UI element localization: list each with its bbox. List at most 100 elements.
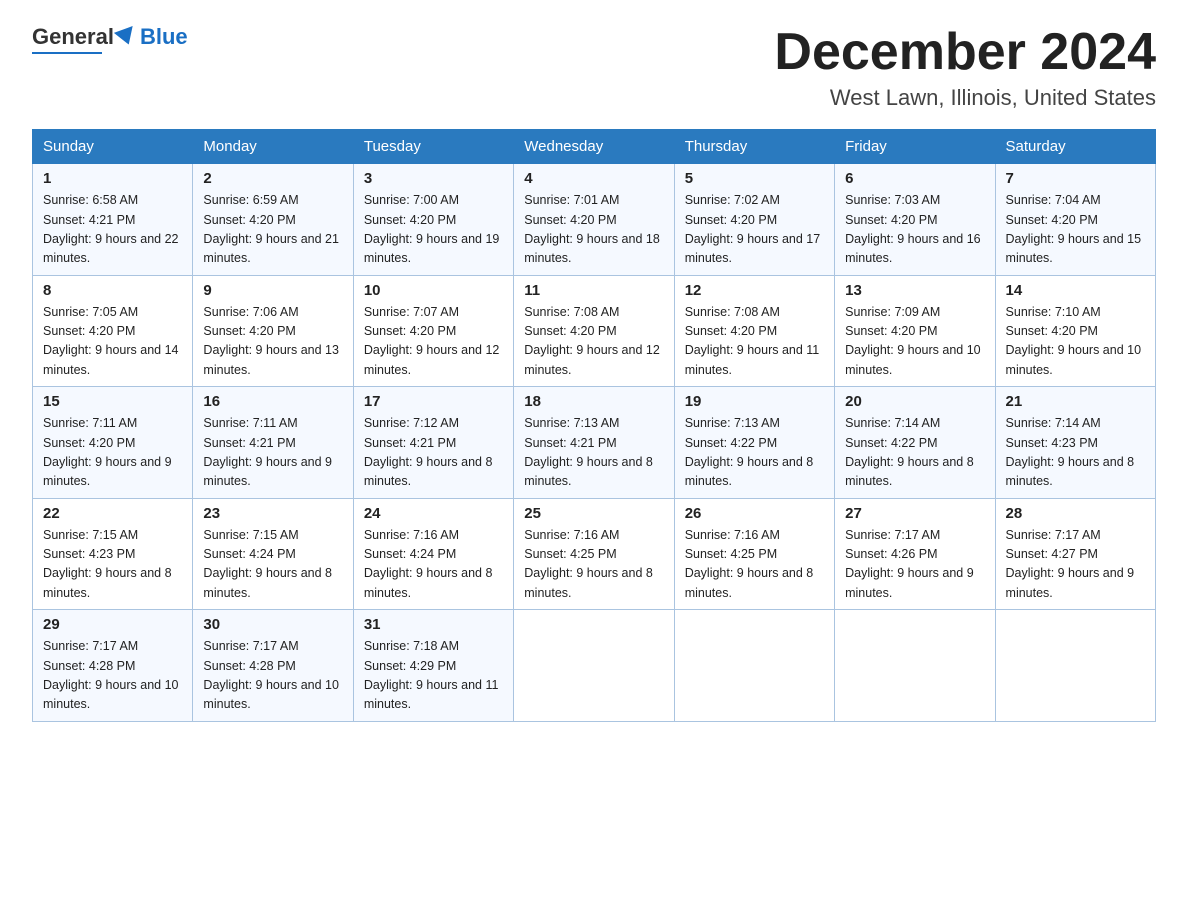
day-info: Sunrise: 7:07 AM Sunset: 4:20 PM Dayligh…	[364, 303, 503, 381]
logo-underline	[32, 52, 102, 54]
calendar-day-cell: 1 Sunrise: 6:58 AM Sunset: 4:21 PM Daylig…	[33, 164, 193, 276]
day-info: Sunrise: 7:06 AM Sunset: 4:20 PM Dayligh…	[203, 303, 342, 381]
day-info: Sunrise: 7:02 AM Sunset: 4:20 PM Dayligh…	[685, 191, 824, 269]
col-monday: Monday	[193, 130, 353, 164]
day-info: Sunrise: 7:01 AM Sunset: 4:20 PM Dayligh…	[524, 191, 663, 269]
calendar-day-cell: 7Sunrise: 7:04 AM Sunset: 4:20 PM Daylig…	[995, 164, 1155, 276]
calendar-day-cell: 25Sunrise: 7:16 AM Sunset: 4:25 PM Dayli…	[514, 498, 674, 610]
calendar-day-cell: 5 Sunrise: 7:02 AM Sunset: 4:20 PM Daylig…	[674, 164, 834, 276]
calendar-day-cell: 23 Sunrise: 7:15 AM Sunset: 4:24 PM Dayli…	[193, 498, 353, 610]
col-thursday: Thursday	[674, 130, 834, 164]
day-number: 4	[524, 170, 663, 187]
calendar-day-cell	[514, 610, 674, 722]
day-number: 15	[43, 393, 182, 410]
day-info: Sunrise: 7:16 AM Sunset: 4:25 PM Dayligh…	[524, 526, 663, 604]
calendar-day-cell: 29Sunrise: 7:17 AM Sunset: 4:28 PM Dayli…	[33, 610, 193, 722]
day-number: 14	[1006, 282, 1145, 299]
day-info: Sunrise: 7:17 AM Sunset: 4:26 PM Dayligh…	[845, 526, 984, 604]
calendar-day-cell	[674, 610, 834, 722]
calendar-day-cell: 26Sunrise: 7:16 AM Sunset: 4:25 PM Dayli…	[674, 498, 834, 610]
day-info: Sunrise: 7:12 AM Sunset: 4:21 PM Dayligh…	[364, 414, 503, 492]
calendar-day-cell: 15Sunrise: 7:11 AM Sunset: 4:20 PM Dayli…	[33, 387, 193, 499]
day-info: Sunrise: 7:15 AM Sunset: 4:24 PM Dayligh…	[203, 526, 342, 604]
calendar-body: 1 Sunrise: 6:58 AM Sunset: 4:21 PM Daylig…	[33, 164, 1156, 722]
day-info: Sunrise: 7:10 AM Sunset: 4:20 PM Dayligh…	[1006, 303, 1145, 381]
logo-triangle-icon	[114, 26, 138, 48]
day-number: 16	[203, 393, 342, 410]
day-info: Sunrise: 7:00 AM Sunset: 4:20 PM Dayligh…	[364, 191, 503, 269]
calendar-day-cell	[995, 610, 1155, 722]
day-number: 29	[43, 616, 182, 633]
calendar-day-cell: 10 Sunrise: 7:07 AM Sunset: 4:20 PM Dayli…	[353, 275, 513, 387]
col-sunday: Sunday	[33, 130, 193, 164]
day-number: 19	[685, 393, 824, 410]
calendar-week-row: 8 Sunrise: 7:05 AM Sunset: 4:20 PM Daylig…	[33, 275, 1156, 387]
day-number: 17	[364, 393, 503, 410]
day-number: 3	[364, 170, 503, 187]
day-info: Sunrise: 6:58 AM Sunset: 4:21 PM Dayligh…	[43, 191, 182, 269]
calendar-day-cell: 20 Sunrise: 7:14 AM Sunset: 4:22 PM Dayli…	[835, 387, 995, 499]
calendar-day-cell: 19Sunrise: 7:13 AM Sunset: 4:22 PM Dayli…	[674, 387, 834, 499]
day-number: 22	[43, 505, 182, 522]
calendar-day-cell: 31 Sunrise: 7:18 AM Sunset: 4:29 PM Dayli…	[353, 610, 513, 722]
day-number: 20	[845, 393, 984, 410]
day-info: Sunrise: 7:17 AM Sunset: 4:28 PM Dayligh…	[203, 637, 342, 715]
day-number: 1	[43, 170, 182, 187]
day-info: Sunrise: 7:05 AM Sunset: 4:20 PM Dayligh…	[43, 303, 182, 381]
day-number: 5	[685, 170, 824, 187]
logo: General Blue	[32, 24, 188, 54]
day-info: Sunrise: 7:18 AM Sunset: 4:29 PM Dayligh…	[364, 637, 503, 715]
calendar-day-cell: 4 Sunrise: 7:01 AM Sunset: 4:20 PM Daylig…	[514, 164, 674, 276]
day-number: 11	[524, 282, 663, 299]
day-info: Sunrise: 7:13 AM Sunset: 4:21 PM Dayligh…	[524, 414, 663, 492]
day-number: 30	[203, 616, 342, 633]
logo-general-text: General	[32, 24, 114, 50]
day-number: 12	[685, 282, 824, 299]
calendar-day-cell: 28Sunrise: 7:17 AM Sunset: 4:27 PM Dayli…	[995, 498, 1155, 610]
day-info: Sunrise: 7:16 AM Sunset: 4:24 PM Dayligh…	[364, 526, 503, 604]
col-saturday: Saturday	[995, 130, 1155, 164]
day-number: 24	[364, 505, 503, 522]
calendar-day-cell: 9 Sunrise: 7:06 AM Sunset: 4:20 PM Daylig…	[193, 275, 353, 387]
col-wednesday: Wednesday	[514, 130, 674, 164]
day-number: 18	[524, 393, 663, 410]
day-number: 6	[845, 170, 984, 187]
day-number: 10	[364, 282, 503, 299]
day-info: Sunrise: 7:08 AM Sunset: 4:20 PM Dayligh…	[524, 303, 663, 381]
day-info: Sunrise: 7:14 AM Sunset: 4:22 PM Dayligh…	[845, 414, 984, 492]
day-number: 26	[685, 505, 824, 522]
month-title: December 2024	[774, 24, 1156, 81]
page-header: General Blue December 2024 West Lawn, Il…	[32, 24, 1156, 111]
calendar-day-cell: 30 Sunrise: 7:17 AM Sunset: 4:28 PM Dayli…	[193, 610, 353, 722]
header-row: Sunday Monday Tuesday Wednesday Thursday…	[33, 130, 1156, 164]
day-info: Sunrise: 7:17 AM Sunset: 4:27 PM Dayligh…	[1006, 526, 1145, 604]
day-info: Sunrise: 7:14 AM Sunset: 4:23 PM Dayligh…	[1006, 414, 1145, 492]
logo-blue-text: Blue	[114, 24, 188, 50]
day-number: 21	[1006, 393, 1145, 410]
day-number: 31	[364, 616, 503, 633]
day-info: Sunrise: 7:15 AM Sunset: 4:23 PM Dayligh…	[43, 526, 182, 604]
day-number: 7	[1006, 170, 1145, 187]
calendar-day-cell: 12 Sunrise: 7:08 AM Sunset: 4:20 PM Dayli…	[674, 275, 834, 387]
calendar-header: Sunday Monday Tuesday Wednesday Thursday…	[33, 130, 1156, 164]
calendar-table: Sunday Monday Tuesday Wednesday Thursday…	[32, 129, 1156, 722]
title-area: December 2024 West Lawn, Illinois, Unite…	[774, 24, 1156, 111]
col-friday: Friday	[835, 130, 995, 164]
calendar-day-cell: 6Sunrise: 7:03 AM Sunset: 4:20 PM Daylig…	[835, 164, 995, 276]
calendar-week-row: 15Sunrise: 7:11 AM Sunset: 4:20 PM Dayli…	[33, 387, 1156, 499]
calendar-day-cell: 24 Sunrise: 7:16 AM Sunset: 4:24 PM Dayli…	[353, 498, 513, 610]
day-number: 27	[845, 505, 984, 522]
calendar-day-cell: 13Sunrise: 7:09 AM Sunset: 4:20 PM Dayli…	[835, 275, 995, 387]
calendar-day-cell: 16Sunrise: 7:11 AM Sunset: 4:21 PM Dayli…	[193, 387, 353, 499]
calendar-day-cell: 18 Sunrise: 7:13 AM Sunset: 4:21 PM Dayli…	[514, 387, 674, 499]
day-number: 23	[203, 505, 342, 522]
calendar-day-cell	[835, 610, 995, 722]
calendar-day-cell: 8 Sunrise: 7:05 AM Sunset: 4:20 PM Daylig…	[33, 275, 193, 387]
col-tuesday: Tuesday	[353, 130, 513, 164]
day-number: 9	[203, 282, 342, 299]
day-number: 8	[43, 282, 182, 299]
day-info: Sunrise: 7:08 AM Sunset: 4:20 PM Dayligh…	[685, 303, 824, 381]
calendar-week-row: 1 Sunrise: 6:58 AM Sunset: 4:21 PM Daylig…	[33, 164, 1156, 276]
calendar-day-cell: 27 Sunrise: 7:17 AM Sunset: 4:26 PM Dayli…	[835, 498, 995, 610]
calendar-week-row: 22 Sunrise: 7:15 AM Sunset: 4:23 PM Dayli…	[33, 498, 1156, 610]
